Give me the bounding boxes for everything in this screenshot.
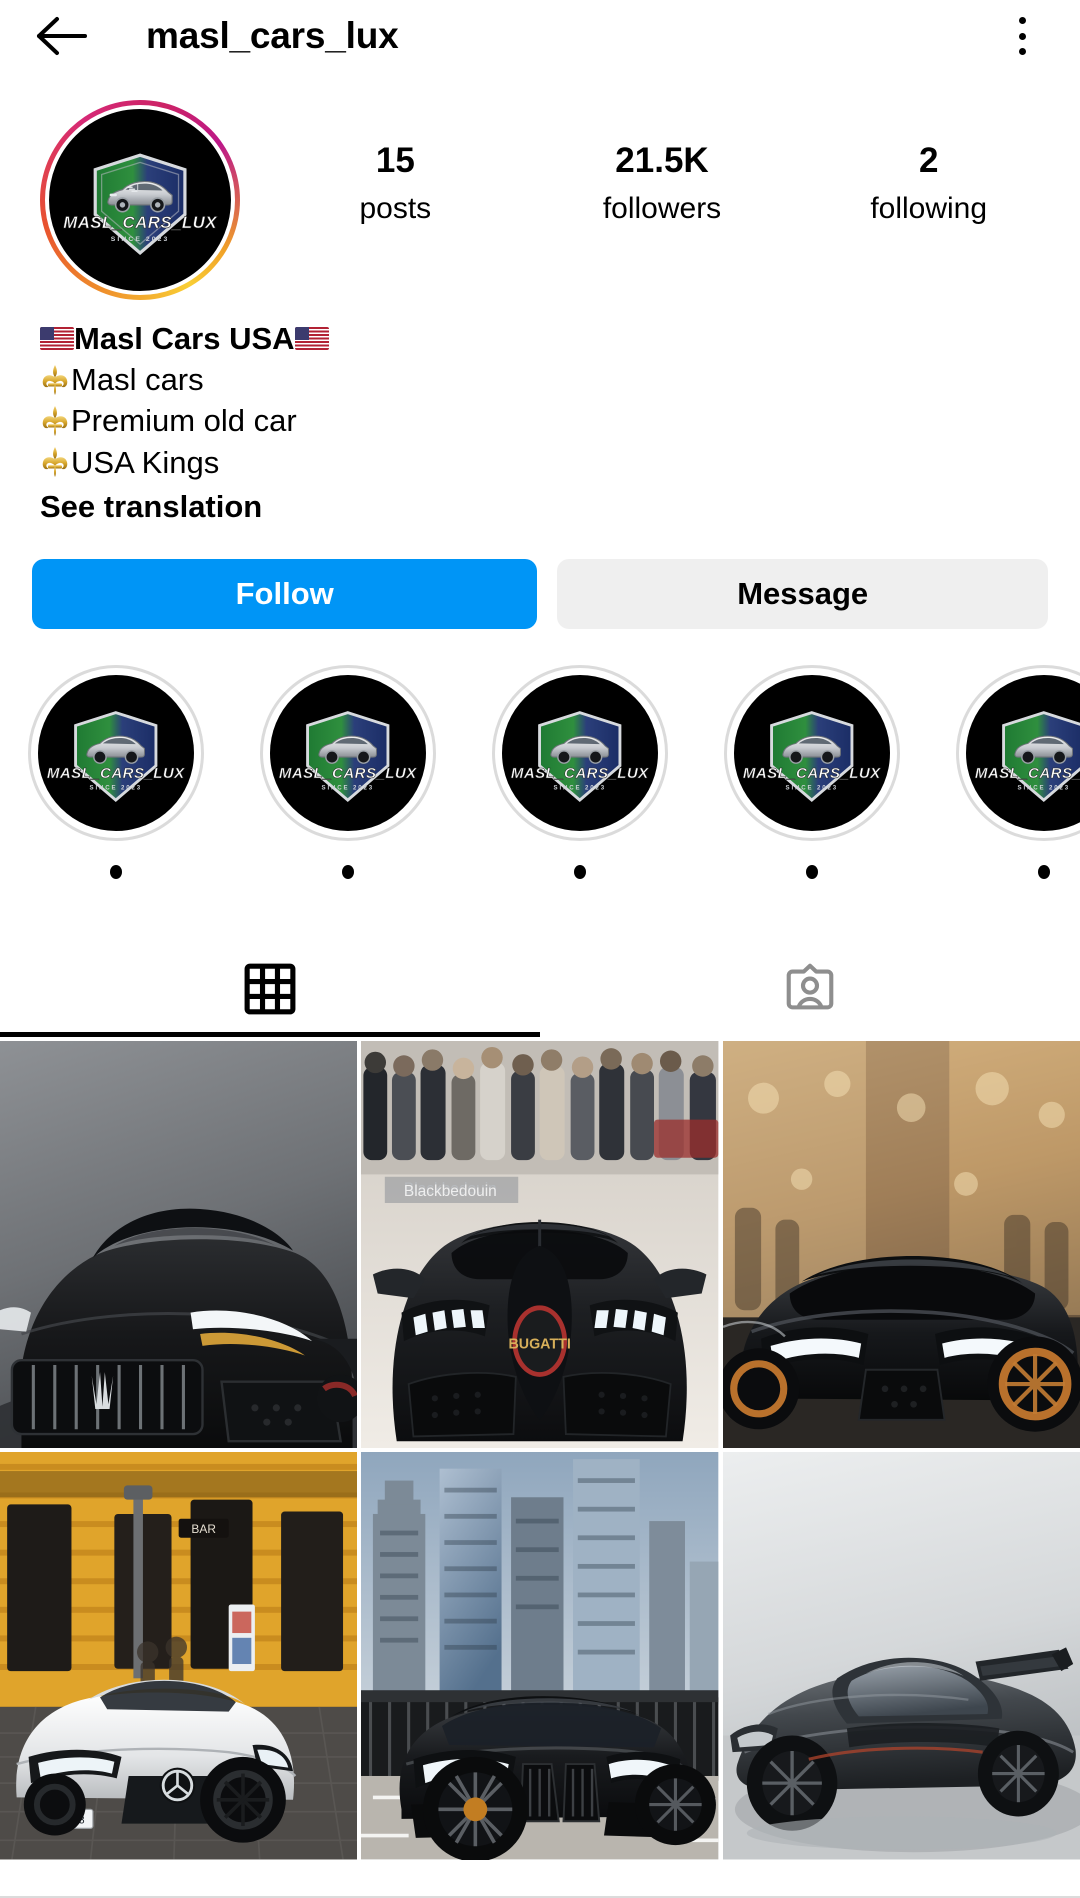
highlight-label bbox=[806, 864, 818, 879]
svg-text:SINCE 2023: SINCE 2023 bbox=[786, 784, 838, 791]
fleur-de-lis-emoji bbox=[42, 364, 68, 395]
post-grid: BUGATTI Blackbedouin Blackbedouin BAR bbox=[0, 1040, 1080, 1860]
arrow-left-icon bbox=[37, 17, 87, 55]
svg-text:BAR: BAR bbox=[191, 1522, 216, 1536]
bio-line-1: Masl Cars USA bbox=[40, 318, 1040, 359]
svg-text:MASL_CARS_LUX: MASL_CARS_LUX bbox=[511, 765, 649, 782]
post-thumbnail[interactable] bbox=[722, 1040, 1080, 1449]
highlight-cover: MASL_CARS_LUX SINCE 2023 bbox=[38, 674, 194, 831]
svg-text:MASL_CARS_LUX: MASL_CARS_LUX bbox=[63, 213, 218, 232]
highlight-ring: MASL_CARS_LUX SINCE 2023 bbox=[724, 664, 900, 841]
instagram-profile-screen: masl_cars_lux MASL_CARS_LUX SINCE 2023 1… bbox=[0, 0, 1080, 1898]
page-title: masl_cars_lux bbox=[146, 15, 399, 56]
highlight-label bbox=[342, 864, 354, 879]
post-image-mercedes-c63: BAR bbox=[0, 1452, 358, 1860]
bio-line-3-text: Premium old car bbox=[71, 403, 297, 439]
avatar[interactable]: MASL_CARS_LUX SINCE 2023 bbox=[40, 100, 240, 300]
profile-tabs bbox=[0, 941, 1080, 1898]
highlight-ring: MASL_CARS_LUX SINCE 2023 bbox=[260, 664, 436, 841]
profile-stats: 15 posts 21.5K followers 2 following bbox=[240, 100, 1080, 231]
message-button[interactable]: Message bbox=[557, 558, 1048, 629]
profile-bio: Masl Cars USA Masl cars Premium old car … bbox=[0, 300, 1080, 525]
highlight-ring: MASL_CARS_LUX SINCE 2023 bbox=[492, 664, 668, 841]
svg-text:SINCE 2023: SINCE 2023 bbox=[322, 784, 374, 791]
back-button[interactable] bbox=[34, 8, 90, 64]
brand-logo-icon: MASL_CARS_LUX SINCE 2023 bbox=[511, 711, 649, 803]
highlight-label bbox=[574, 864, 586, 879]
bio-line-1-text: Masl Cars USA bbox=[74, 321, 295, 356]
tab-posts[interactable] bbox=[0, 941, 540, 1037]
svg-text:MASL_CARS_LUX: MASL_CARS_LUX bbox=[975, 765, 1080, 782]
post-thumbnail[interactable]: BAR bbox=[0, 1452, 358, 1860]
svg-text:MASL_CARS_LUX: MASL_CARS_LUX bbox=[279, 765, 417, 782]
svg-text:SINCE 2023: SINCE 2023 bbox=[554, 784, 606, 791]
top-app-bar: masl_cars_lux bbox=[0, 0, 1080, 72]
brand-logo-icon: MASL_CARS_LUX SINCE 2023 bbox=[63, 153, 218, 255]
svg-text:SINCE 2023: SINCE 2023 bbox=[111, 236, 170, 243]
highlight-label bbox=[1038, 864, 1050, 879]
bio-line-2: Masl cars bbox=[40, 359, 1040, 400]
stat-followers-label: followers bbox=[602, 191, 722, 225]
grid-icon bbox=[244, 963, 296, 1015]
brand-logo-icon: MASL_CARS_LUX SINCE 2023 bbox=[47, 711, 185, 803]
brand-logo-icon: MASL_CARS_LUX SINCE 2023 bbox=[743, 711, 881, 803]
post-thumbnail[interactable] bbox=[361, 1452, 719, 1860]
highlight-ring: MASL_CARS_LUX SINCE 2023 bbox=[956, 664, 1080, 841]
bio-line-4-text: USA Kings bbox=[71, 444, 220, 480]
stat-following[interactable]: 2 following bbox=[795, 142, 1062, 231]
post-thumbnail[interactable] bbox=[0, 1040, 358, 1449]
highlight-item[interactable]: MASL_CARS_LUX SINCE 2023 bbox=[464, 664, 696, 879]
stat-posts[interactable]: 15 posts bbox=[262, 142, 529, 231]
highlight-item[interactable]: MASL_CARS_LUX SINCE 2023 bbox=[696, 664, 928, 879]
stat-posts-label: posts bbox=[359, 191, 432, 225]
post-image-bugatti: BUGATTI Blackbedouin Blackbedouin bbox=[361, 1040, 719, 1449]
fleur-de-lis-emoji bbox=[42, 447, 68, 478]
stat-following-label: following bbox=[870, 191, 988, 225]
stat-following-value: 2 bbox=[918, 141, 939, 180]
highlight-cover: MASL_CARS_LUX SINCE 2023 bbox=[734, 674, 890, 831]
avatar-image: MASL_CARS_LUX SINCE 2023 bbox=[45, 105, 235, 295]
highlight-label bbox=[110, 864, 122, 879]
bio-line-2-text: Masl cars bbox=[71, 362, 204, 398]
highlight-item[interactable]: MASL_CARS_LUX SINCE 2023 bbox=[928, 664, 1080, 879]
kebab-menu-icon[interactable] bbox=[1002, 13, 1042, 59]
post-image-maserati bbox=[0, 1040, 358, 1449]
tab-tagged[interactable] bbox=[540, 941, 1080, 1037]
svg-text:SINCE 2023: SINCE 2023 bbox=[1018, 784, 1070, 791]
profile-header: MASL_CARS_LUX SINCE 2023 15 posts 21.5K … bbox=[0, 72, 1080, 300]
brand-logo-icon: MASL_CARS_LUX SINCE 2023 bbox=[279, 711, 417, 803]
brand-logo-icon: MASL_CARS_LUX SINCE 2023 bbox=[975, 711, 1080, 803]
svg-text:BUGATTI: BUGATTI bbox=[509, 1336, 571, 1352]
post-image-bmw-m8 bbox=[361, 1452, 719, 1860]
svg-text:MASL_CARS_LUX: MASL_CARS_LUX bbox=[47, 765, 185, 782]
stat-followers[interactable]: 21.5K followers bbox=[529, 142, 796, 231]
tagged-icon bbox=[786, 963, 834, 1010]
story-highlights: MASL_CARS_LUX SINCE 2023 MASL_CARS_LUX S… bbox=[0, 629, 1080, 879]
post-image-amg-gt bbox=[722, 1040, 1080, 1449]
post-thumbnail[interactable]: BUGATTI Blackbedouin Blackbedouin bbox=[361, 1040, 719, 1449]
stat-posts-value: 15 bbox=[375, 141, 415, 180]
highlight-ring: MASL_CARS_LUX SINCE 2023 bbox=[28, 664, 204, 841]
bio-line-4: USA Kings bbox=[40, 442, 1040, 483]
post-thumbnail[interactable] bbox=[722, 1452, 1080, 1860]
svg-text:MASL_CARS_LUX: MASL_CARS_LUX bbox=[743, 765, 881, 782]
highlight-item[interactable]: MASL_CARS_LUX SINCE 2023 bbox=[232, 664, 464, 879]
follow-button[interactable]: Follow bbox=[32, 558, 538, 629]
highlight-cover: MASL_CARS_LUX SINCE 2023 bbox=[966, 674, 1080, 831]
post-image-mclaren-p1 bbox=[722, 1452, 1080, 1860]
see-translation-link[interactable]: See translation bbox=[40, 489, 1040, 525]
svg-text:SINCE 2023: SINCE 2023 bbox=[90, 784, 142, 791]
profile-actions: Follow Message bbox=[0, 525, 1080, 629]
highlight-cover: MASL_CARS_LUX SINCE 2023 bbox=[502, 674, 658, 831]
us-flag-emoji bbox=[294, 327, 329, 351]
us-flag-emoji bbox=[40, 327, 74, 351]
bio-line-3: Premium old car bbox=[40, 400, 1040, 441]
highlight-cover: MASL_CARS_LUX SINCE 2023 bbox=[270, 674, 426, 831]
highlight-item[interactable]: MASL_CARS_LUX SINCE 2023 bbox=[0, 664, 232, 879]
svg-text:Blackbedouin: Blackbedouin bbox=[404, 1183, 497, 1200]
fleur-de-lis-emoji bbox=[42, 406, 68, 437]
stat-followers-value: 21.5K bbox=[615, 141, 709, 180]
